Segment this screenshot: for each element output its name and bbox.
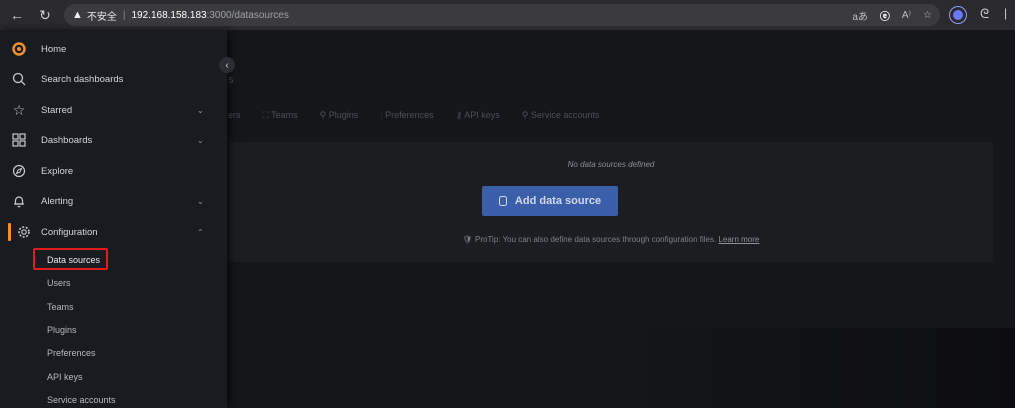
sidebar-subitem-service-accounts[interactable]: Service accounts	[47, 395, 116, 405]
collapse-sidebar-button[interactable]: ‹	[219, 57, 235, 73]
chevron-down-icon: ⌄	[197, 105, 204, 115]
tab-api-keys-label: API keys	[464, 110, 500, 120]
tab-service-accounts[interactable]: ⚲ Service accounts	[522, 110, 600, 121]
address-tools: aあ ⓔ A⁾ ☆	[852, 4, 932, 26]
sidebar-subitem-api-keys[interactable]: API keys	[47, 372, 83, 382]
copilot-icon[interactable]: ᘓ	[980, 6, 989, 22]
star-icon: ☆	[12, 101, 26, 118]
grafana-logo-icon	[12, 42, 26, 56]
dashboards-grid-icon	[12, 133, 26, 147]
reader-mode-icon[interactable]: aあ	[852, 8, 868, 23]
sidebar-item-label: Alerting	[41, 195, 74, 207]
reload-icon[interactable]: ↻	[34, 4, 56, 26]
warning-icon: ▲	[72, 9, 83, 21]
insecure-label: 不安全	[86, 11, 117, 23]
sidebar-item-alerting[interactable]: Alerting ⌄	[0, 187, 227, 215]
sidebar-item-label: Explore	[41, 165, 74, 177]
sidebar-item-explore[interactable]: Explore	[0, 157, 227, 185]
sidebar-item-starred[interactable]: ☆ Starred ⌄	[0, 96, 227, 124]
tab-service-accounts-label: Service accounts	[530, 110, 600, 120]
active-indicator	[8, 223, 11, 241]
sidebar-item-label: Starred	[41, 104, 73, 116]
gear-icon	[17, 225, 31, 239]
tab-plugins[interactable]: ⚲ Plugins	[320, 110, 359, 121]
chevron-down-icon: ⌄	[197, 196, 204, 206]
sidebar-subitem-preferences[interactable]: Preferences	[47, 348, 96, 358]
tab-preferences[interactable]: ⫶ Preferences	[380, 110, 433, 121]
sidebar-item-dashboards[interactable]: Dashboards ⌄	[0, 126, 227, 154]
address-separator: |	[122, 9, 126, 21]
add-data-source-button[interactable]: Add data source	[482, 186, 618, 216]
empty-datasources-card: No data sources defined Add data source …	[229, 142, 993, 262]
search-icon	[12, 72, 26, 86]
add-data-source-label: Add data source	[514, 195, 602, 207]
sidebar-subitem-teams[interactable]: Teams	[47, 302, 74, 312]
tab-users[interactable]: ers	[228, 110, 241, 121]
sidebar-subitem-users[interactable]: Users	[47, 278, 71, 288]
tab-teams-label: Teams	[271, 110, 298, 120]
tab-plugins-label: Plugins	[328, 110, 359, 120]
learn-more-link[interactable]: Learn more	[718, 235, 759, 244]
read-aloud-icon[interactable]: A⁾	[902, 10, 911, 21]
chevron-up-icon: ⌃	[197, 227, 204, 237]
sidebar-item-label: Home	[41, 43, 67, 55]
compass-icon	[12, 164, 26, 178]
config-tabs: ers ⛶ Teams ⚲ Plugins ⫶ Preferences ⚷ AP…	[228, 110, 599, 121]
sidebar-item-search[interactable]: Search dashboards	[0, 65, 227, 93]
edge-icon[interactable]: ⓔ	[880, 8, 890, 23]
browser-toolbar: ← ↻ ▲ 不安全 | 192.168.158.183:3000/datasou…	[0, 0, 1015, 30]
sidebar-item-configuration[interactable]: Configuration ⌃	[0, 218, 227, 246]
tab-preferences-label: Preferences	[385, 110, 434, 120]
sidebar-subitem-plugins[interactable]: Plugins	[47, 325, 77, 335]
back-icon[interactable]: ←	[6, 4, 28, 26]
sidebar-item-label: Dashboards	[41, 134, 93, 146]
protip-text: ProTip: You can also define data sources…	[475, 235, 717, 244]
protip: 🛡 ProTip: You can also define data sourc…	[229, 235, 993, 244]
tab-teams[interactable]: ⛶ Teams	[263, 110, 298, 121]
url-path: :3000/datasources	[206, 9, 289, 21]
favorite-star-icon[interactable]: ☆	[923, 10, 932, 21]
sidebar-item-label: Search dashboards	[41, 73, 124, 85]
highlight-box	[33, 248, 108, 270]
chevron-down-icon: ⌄	[197, 135, 204, 145]
empty-message: No data sources defined	[567, 160, 655, 169]
toolbar-divider: |	[1004, 6, 1008, 20]
address-bar[interactable]: ▲ 不安全 | 192.168.158.183:3000/datasources…	[64, 4, 940, 26]
background-shade	[585, 328, 1015, 408]
url-host: 192.168.158.183	[131, 9, 207, 21]
sidebar-item-label: Configuration	[41, 226, 98, 238]
extension-icon[interactable]	[950, 7, 966, 23]
sidebar-item-home[interactable]: Home	[0, 35, 227, 63]
tab-api-keys[interactable]: ⚷ API keys	[456, 110, 500, 121]
page-title-fragment: s	[228, 74, 234, 86]
protip-icon: 🛡	[462, 235, 473, 244]
bell-icon	[12, 194, 26, 208]
database-icon	[498, 196, 507, 206]
sidebar: Home Search dashboards ☆ Starred ⌄ Dashb…	[0, 30, 227, 408]
